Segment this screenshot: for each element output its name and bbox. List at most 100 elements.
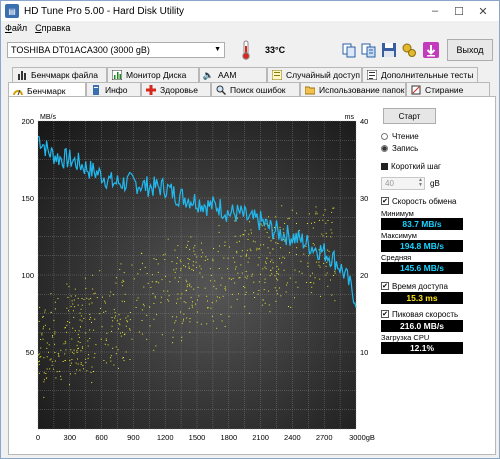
menu-help[interactable]: Справка bbox=[31, 21, 74, 35]
tab-health[interactable]: Здоровье bbox=[141, 82, 211, 97]
access-time-point bbox=[50, 293, 52, 295]
tab-folder-usage[interactable]: Использование папок bbox=[300, 82, 406, 97]
access-time-point bbox=[247, 261, 249, 263]
read-radio[interactable] bbox=[381, 132, 388, 140]
tab-random-access[interactable]: Случайный доступ bbox=[267, 67, 362, 82]
access-time-point bbox=[65, 349, 67, 351]
burst-rate-option[interactable]: ✔ Пиковая скорость bbox=[381, 308, 491, 320]
access-time-point bbox=[151, 274, 153, 276]
access-time-point bbox=[275, 242, 277, 244]
access-time-point bbox=[288, 217, 290, 219]
access-time-point bbox=[263, 244, 265, 246]
access-time-point bbox=[91, 321, 92, 323]
write-option[interactable]: Запись bbox=[381, 142, 491, 154]
access-time-point bbox=[121, 300, 123, 302]
menu-file[interactable]: Файл bbox=[1, 21, 31, 35]
tab-aam[interactable]: 🔈 AAM bbox=[199, 67, 267, 82]
access-time-point bbox=[117, 349, 119, 351]
exit-button[interactable]: Выход bbox=[447, 39, 493, 61]
access-time-point bbox=[264, 302, 266, 304]
access-time-point bbox=[110, 355, 112, 357]
access-time-point bbox=[119, 324, 121, 326]
access-time-point bbox=[283, 269, 285, 271]
tab-erase[interactable]: Стирание bbox=[406, 82, 490, 97]
access-time-point bbox=[42, 316, 43, 318]
access-time-point bbox=[49, 368, 51, 370]
access-time-point bbox=[120, 332, 121, 334]
tab-info[interactable]: Инфо bbox=[86, 82, 141, 97]
access-time-point bbox=[262, 268, 264, 270]
access-time-point bbox=[146, 314, 148, 316]
access-time-point bbox=[176, 262, 178, 264]
access-time-point bbox=[286, 284, 288, 286]
access-time-point bbox=[185, 302, 187, 304]
access-time-point bbox=[78, 330, 80, 332]
access-time-point bbox=[191, 304, 193, 306]
drive-select[interactable]: TOSHIBA DT01ACA300 (3000 gB) ▼ bbox=[7, 42, 225, 58]
start-button[interactable]: Старт bbox=[383, 108, 436, 124]
tabs-bottom-row: Бенчмарк Инфо Здоровье Поиск ошибок Испо… bbox=[8, 82, 490, 98]
access-time-point bbox=[249, 248, 251, 250]
access-time-point bbox=[187, 241, 189, 242]
access-time-point bbox=[169, 281, 171, 283]
access-time-point bbox=[180, 297, 182, 299]
access-time-point bbox=[66, 331, 68, 333]
copy-text-button[interactable] bbox=[359, 40, 379, 60]
step-spinner[interactable]: 40 ▲ ▼ bbox=[381, 176, 425, 190]
copy-button[interactable] bbox=[339, 40, 359, 60]
save-button[interactable] bbox=[379, 40, 399, 60]
access-time-point bbox=[46, 356, 48, 358]
access-time-point bbox=[65, 327, 66, 329]
short-step-checkbox[interactable] bbox=[381, 162, 388, 170]
transfer-rate-option[interactable]: ✔ Скорость обмена bbox=[381, 195, 491, 207]
access-time-point bbox=[236, 250, 238, 252]
access-time-point bbox=[270, 240, 272, 242]
access-time-point bbox=[186, 317, 188, 319]
access-time-point bbox=[83, 317, 85, 319]
access-time-point bbox=[334, 300, 336, 302]
tab-extra-tests[interactable]: Дополнительные тесты bbox=[362, 67, 478, 82]
tab-file-benchmark[interactable]: Бенчмарк файла bbox=[12, 67, 107, 82]
access-time-point bbox=[69, 322, 71, 324]
access-time-point bbox=[196, 311, 198, 313]
access-time-point bbox=[177, 298, 179, 300]
options-button[interactable] bbox=[399, 40, 419, 60]
access-time-point bbox=[180, 267, 182, 269]
short-step-option[interactable]: Короткий шаг bbox=[381, 160, 491, 172]
folder-icon bbox=[304, 85, 315, 96]
access-time-point bbox=[280, 295, 282, 297]
access-time-point bbox=[313, 282, 315, 284]
close-button[interactable]: ✕ bbox=[471, 3, 495, 19]
step-value: 40 bbox=[385, 178, 394, 188]
access-time-point bbox=[94, 292, 96, 294]
access-time-point bbox=[328, 250, 330, 252]
access-time-point bbox=[54, 301, 56, 303]
access-time-point bbox=[239, 235, 241, 237]
access-time-point bbox=[100, 307, 101, 309]
burst-rate-checkbox[interactable]: ✔ bbox=[381, 310, 389, 318]
tab-label: Бенчмарк bbox=[27, 85, 66, 96]
tab-error-scan[interactable]: Поиск ошибок bbox=[211, 82, 300, 97]
access-time-option[interactable]: ✔ Время доступа bbox=[381, 280, 491, 292]
access-time-point bbox=[77, 334, 79, 336]
tab-disk-monitor[interactable]: Монитор Диска bbox=[107, 67, 199, 82]
access-time-checkbox[interactable]: ✔ bbox=[381, 282, 389, 290]
maximize-button[interactable]: ☐ bbox=[447, 3, 471, 19]
access-time-point bbox=[175, 320, 177, 322]
write-radio[interactable] bbox=[381, 144, 388, 152]
access-time-point bbox=[199, 272, 201, 274]
access-time-point bbox=[67, 321, 69, 322]
access-time-point bbox=[319, 219, 320, 221]
access-time-point bbox=[76, 344, 78, 346]
read-option[interactable]: Чтение bbox=[381, 130, 491, 142]
transfer-rate-checkbox[interactable]: ✔ bbox=[381, 197, 389, 205]
disk-monitor-icon bbox=[111, 70, 122, 81]
access-time-point bbox=[277, 293, 278, 295]
access-time-point bbox=[193, 247, 195, 249]
access-time-point bbox=[83, 298, 85, 300]
minimize-button[interactable]: – bbox=[423, 3, 447, 19]
access-time-point bbox=[44, 311, 46, 313]
access-time-point bbox=[332, 207, 334, 209]
access-time-point bbox=[122, 331, 123, 333]
download-button[interactable] bbox=[421, 40, 441, 60]
